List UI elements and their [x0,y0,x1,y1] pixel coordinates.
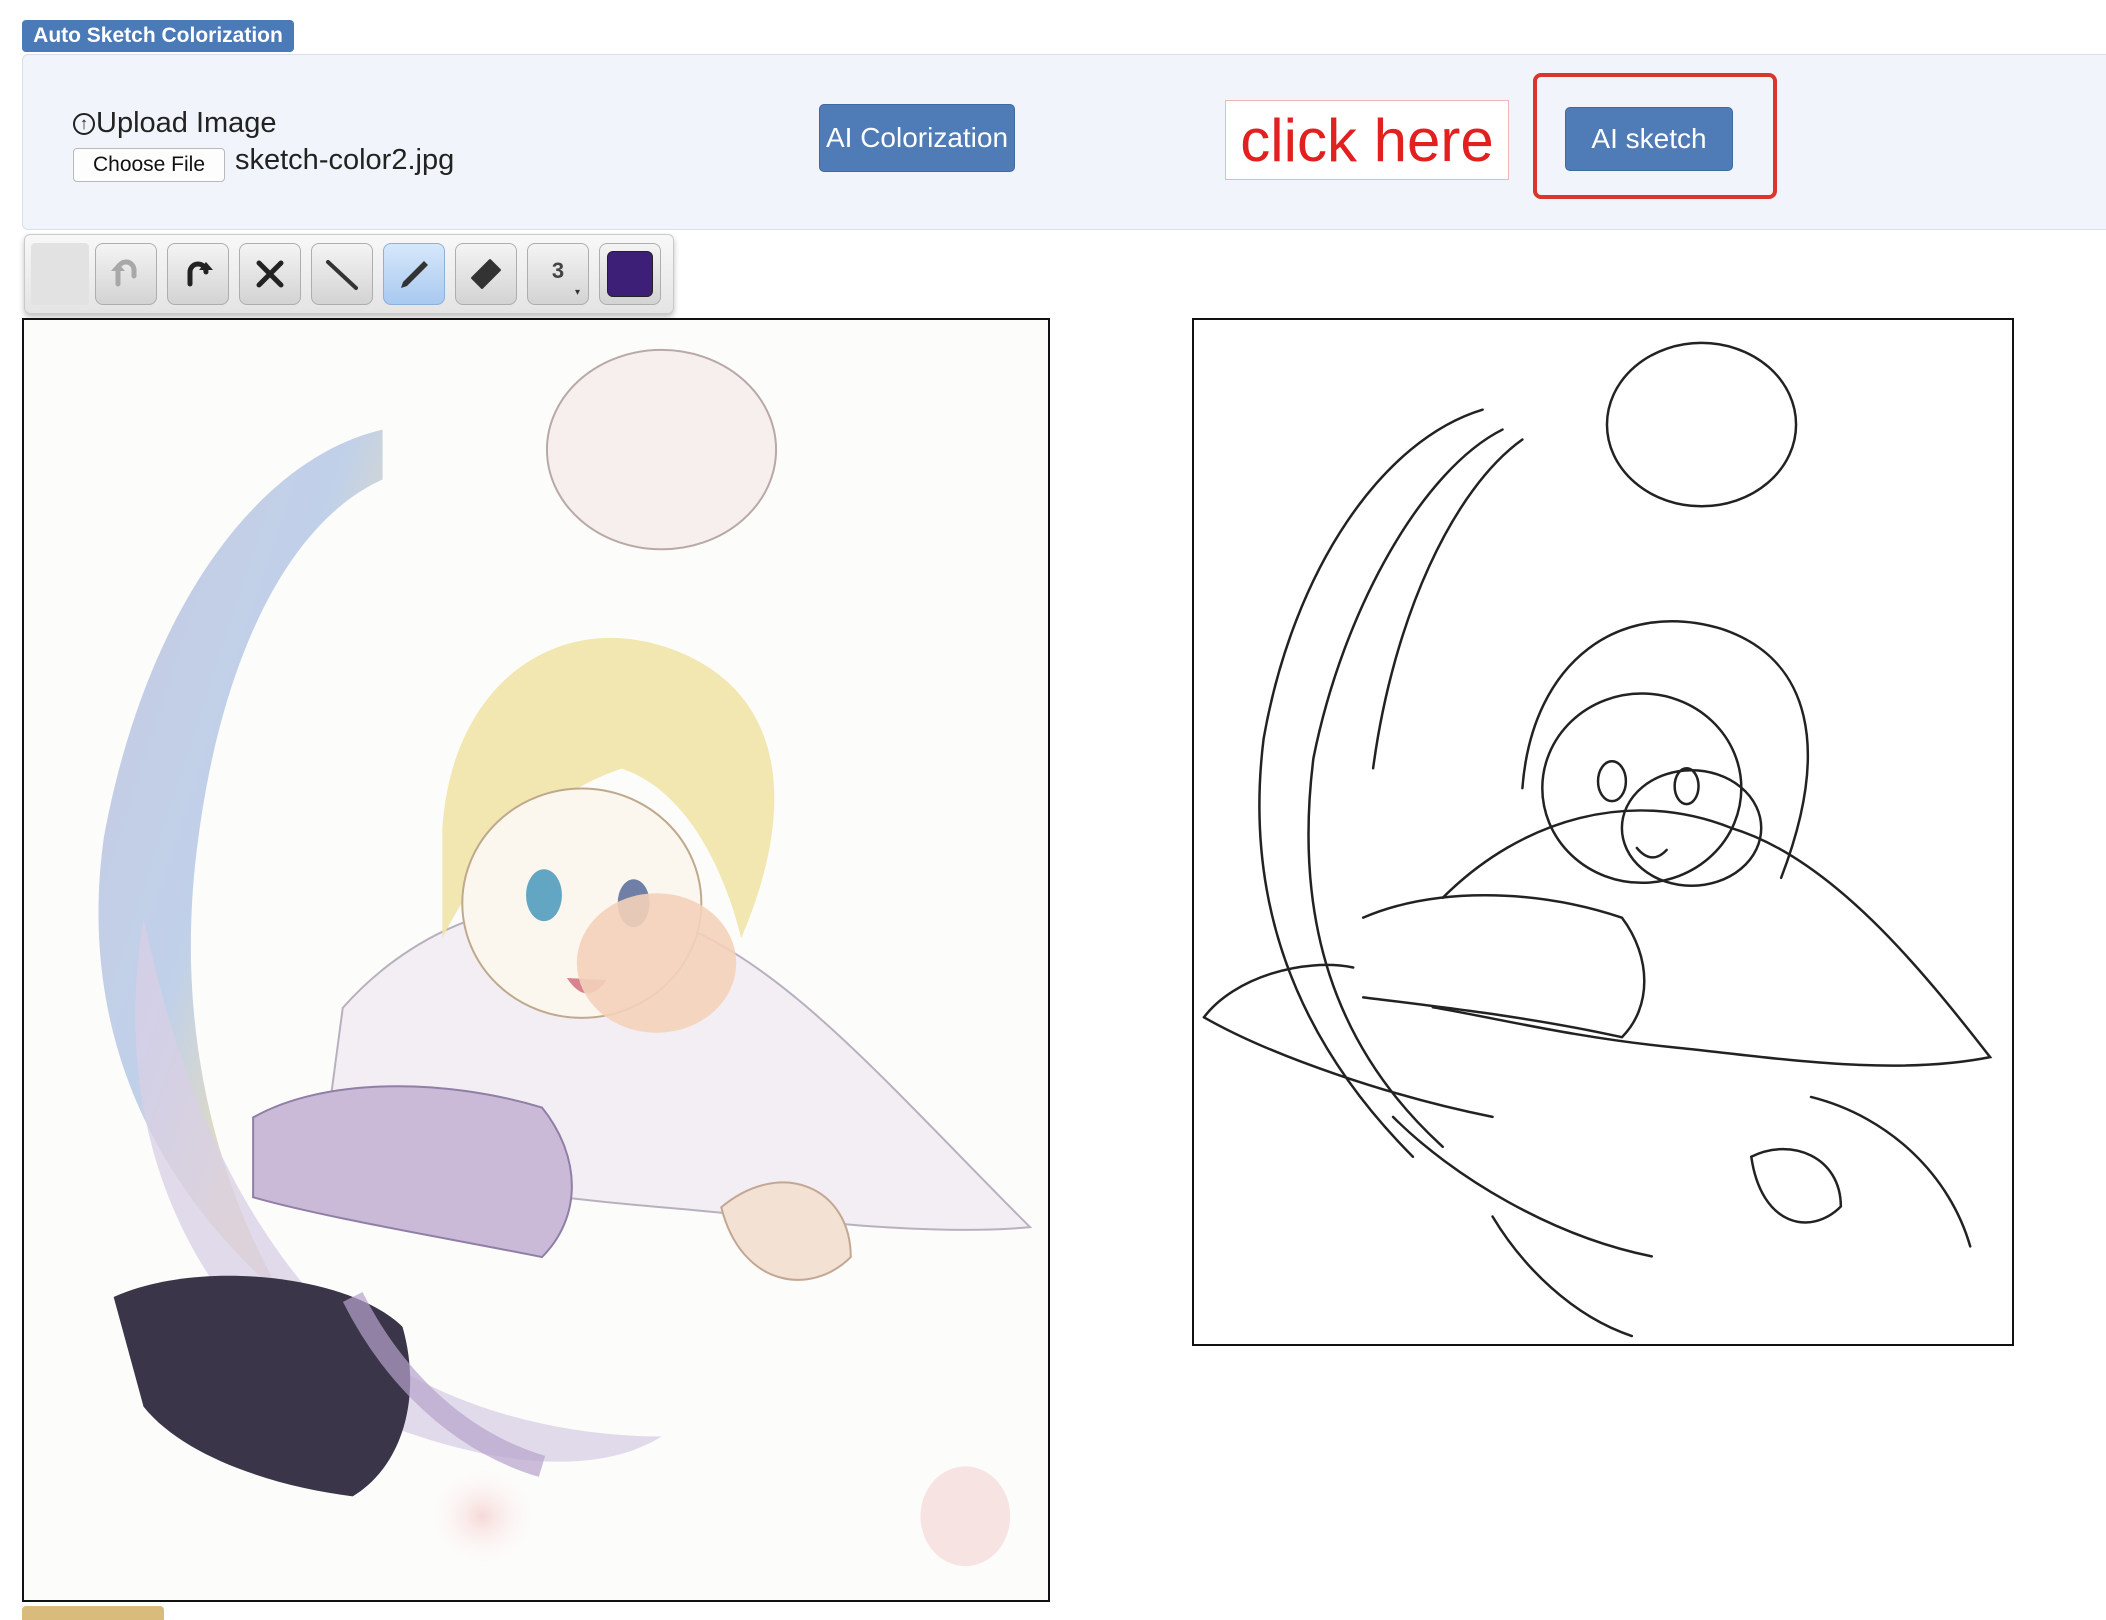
pencil-icon [401,261,428,288]
sketch-illustration [1194,320,2012,1344]
app-title-badge: Auto Sketch Colorization [22,20,294,52]
colorized-canvas[interactable] [22,318,1050,1602]
ai-colorization-button[interactable]: AI Colorization [819,104,1015,172]
upload-label-text: Upload Image [96,107,277,139]
eraser-tool-button[interactable] [455,243,517,305]
redo-button[interactable] [167,243,229,305]
line-tool-button[interactable] [311,243,373,305]
upload-arrow-icon: ↑ [73,112,95,135]
eraser-icon [471,259,501,289]
choose-file-button[interactable]: Choose File [73,148,225,182]
color-picker-button[interactable] [599,243,661,305]
undo-button[interactable] [95,243,157,305]
clear-icon [256,260,284,288]
chevron-down-icon: ▾ [574,287,580,298]
selected-file-name: sketch-color2.jpg [235,144,455,176]
click-here-annotation: click here [1225,100,1509,180]
redo-icon [187,261,213,287]
line-icon [326,260,358,290]
clear-button[interactable] [239,243,301,305]
brush-size-button[interactable]: 3 ▾ [527,243,589,305]
sketch-canvas [1192,318,2014,1346]
drawing-toolbar: 3 ▾ [24,234,674,314]
upload-label: ↑ Upload Image [73,107,277,140]
brush-size-value: 3 [551,258,565,283]
toolbar-drag-handle[interactable] [31,243,89,305]
upload-panel: ↑ Upload Image Choose File sketch-color2… [22,54,2106,230]
ai-sketch-button[interactable]: AI sketch [1565,107,1733,171]
bottom-tab[interactable] [22,1606,164,1620]
colorized-illustration [24,320,1048,1600]
pencil-tool-button[interactable] [383,243,445,305]
undo-icon [111,259,137,287]
current-color-swatch [607,251,653,297]
